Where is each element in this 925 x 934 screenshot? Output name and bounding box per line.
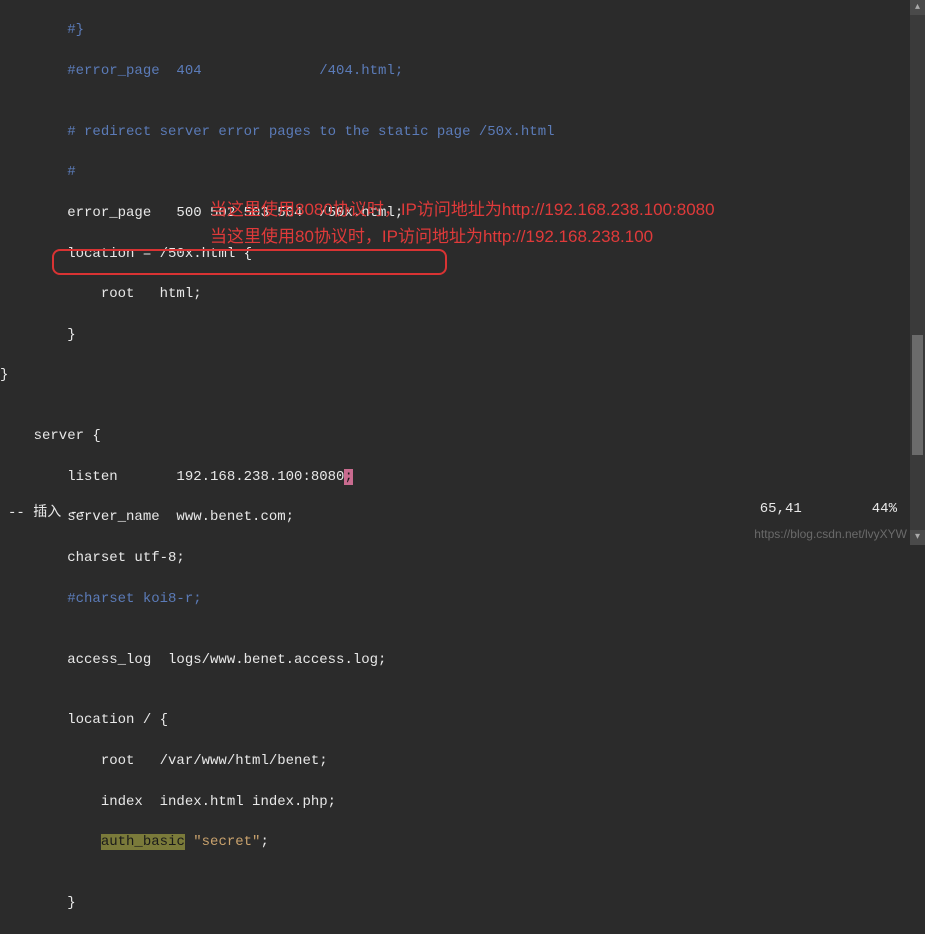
code-line: #} bbox=[0, 20, 925, 40]
code-line: charset utf-8; bbox=[0, 548, 925, 568]
code-line: index index.html index.php; bbox=[0, 792, 925, 812]
code-line: root /var/www/html/benet; bbox=[0, 751, 925, 771]
code-line: } bbox=[0, 893, 925, 913]
scrollbar-thumb[interactable] bbox=[912, 335, 923, 455]
code-editor[interactable]: #} #error_page 404 /404.html; # redirect… bbox=[0, 0, 925, 934]
code-line: root html; bbox=[0, 284, 925, 304]
code-line: #error_page 404 /404.html; bbox=[0, 61, 925, 81]
code-line-listen: listen 192.168.238.100:8080; bbox=[0, 467, 925, 487]
code-line: server { bbox=[0, 426, 925, 446]
annotation-text: 当这里使用80协议时，IP访问地址为http://192.168.238.100 bbox=[210, 222, 653, 247]
code-line: # redirect server error pages to the sta… bbox=[0, 122, 925, 142]
vim-mode: -- 插入 -- bbox=[8, 501, 86, 521]
code-line: } bbox=[0, 325, 925, 345]
code-line-auth: auth_basic "secret"; bbox=[0, 832, 925, 852]
scrollbar[interactable]: ▴ ▾ bbox=[910, 0, 925, 545]
cursor: ; bbox=[344, 469, 352, 485]
cursor-position: 65,41 bbox=[760, 501, 872, 521]
code-line: } bbox=[0, 365, 925, 385]
code-line: #charset koi8-r; bbox=[0, 589, 925, 609]
scroll-up-arrow[interactable]: ▴ bbox=[910, 0, 925, 15]
scroll-down-arrow[interactable]: ▾ bbox=[910, 530, 925, 545]
watermark: https://blog.csdn.net/lvyXYW bbox=[754, 527, 907, 541]
code-line: location / { bbox=[0, 710, 925, 730]
code-line: access_log logs/www.benet.access.log; bbox=[0, 650, 925, 670]
vim-statusbar: -- 插入 -- 65,41 44% bbox=[0, 501, 925, 521]
annotation-text: 当这里使用8080协议时，IP访问地址为http://192.168.238.1… bbox=[210, 195, 715, 220]
code-line: # bbox=[0, 162, 925, 182]
